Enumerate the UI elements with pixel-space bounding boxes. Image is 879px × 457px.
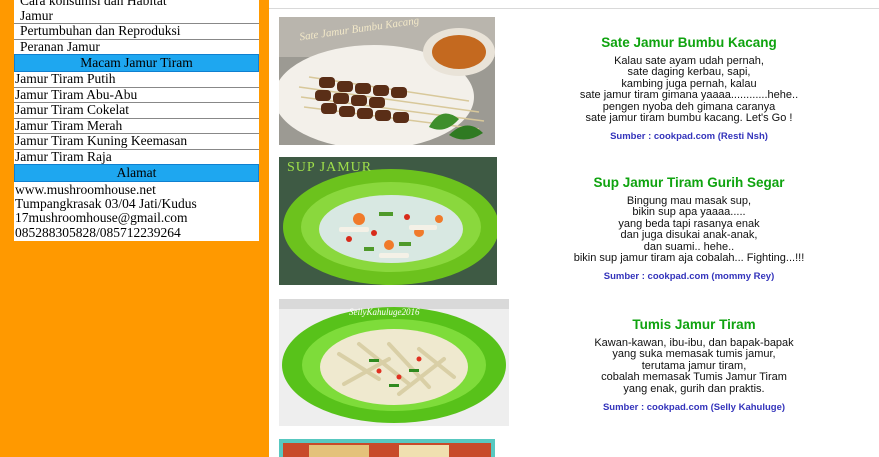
recipe-source-sup[interactable]: Sumber : cookpad.com (mommy Rey): [509, 271, 869, 282]
sidebar-item-tiram-putih[interactable]: Jamur Tiram Putih: [14, 71, 259, 88]
address-email[interactable]: 17mushroomhouse@gmail.com: [14, 210, 259, 225]
address-phone: 085288305828/085712239264: [15, 224, 181, 240]
description-line: sate jamur tiram gimana yaaaa...........…: [579, 89, 799, 102]
sidebar-item-tiram-cokelat[interactable]: Jamur Tiram Cokelat: [14, 102, 259, 119]
recipe-card-tumis: Tumis Jamur Tiram Kawan-kawan, ibu-ibu, …: [519, 317, 869, 413]
description-line: dan juga disukai anak-anak,: [620, 229, 758, 242]
description-line: sate jamur tiram bumbu kacang. Let's Go …: [585, 112, 793, 125]
sidebar-item-tiram-abu-abu[interactable]: Jamur Tiram Abu-Abu: [14, 87, 259, 103]
sidebar-menu: Cara konsumsi dan Habitat Jamur Pertumbu…: [14, 0, 259, 241]
sup-photo-icon: [279, 157, 497, 285]
sidebar-item-jamur[interactable]: Jamur: [14, 8, 259, 24]
recipe-card-sate: Sate Jamur Bumbu Kacang Kalau sate ayam …: [509, 35, 869, 142]
main-content: Sate Jamur Bumbu Kacang Sate Jamur Bumbu…: [269, 9, 879, 457]
recipe-image-sate[interactable]: Sate Jamur Bumbu Kacang: [279, 17, 495, 145]
recipe-source-sate[interactable]: Sumber : cookpad.com (Resti Nsh): [509, 131, 869, 142]
recipe-title-tumis[interactable]: Tumis Jamur Tiram: [519, 317, 869, 332]
sidebar-item-peranan[interactable]: Peranan Jamur: [14, 39, 259, 55]
next-photo-icon: [279, 439, 495, 457]
address-website[interactable]: www.mushroomhouse.net: [14, 182, 259, 197]
tumis-image-caption: SellyKahuluge2016: [349, 307, 420, 317]
recipe-image-sup[interactable]: SUP JAMUR: [279, 157, 497, 285]
recipe-title-sup[interactable]: Sup Jamur Tiram Gurih Segar: [509, 175, 869, 190]
sidebar-item-tiram-raja[interactable]: Jamur Tiram Raja: [14, 149, 259, 165]
sup-image-caption: SUP JAMUR: [287, 160, 373, 175]
address-street: Tumpangkrasak 03/04 Jati/Kudus: [15, 196, 197, 212]
recipe-description-tumis: Kawan-kawan, ibu-ibu, dan bapak-bapak ya…: [519, 337, 869, 395]
description-line: yang enak, gurih dan praktis.: [623, 382, 765, 395]
tumis-photo-icon: [279, 299, 509, 426]
description-line: cobalah memasak Tumis Jamur Tiram: [601, 371, 787, 384]
recipe-source-tumis[interactable]: Sumber : cookpad.com (Selly Kahuluge): [519, 402, 869, 413]
recipe-description-sup: Bingung mau masak sup, bikin sup apa yaa…: [509, 195, 869, 265]
sidebar-item-tiram-kuning[interactable]: Jamur Tiram Kuning Keemasan: [14, 133, 259, 150]
recipe-title-sate[interactable]: Sate Jamur Bumbu Kacang: [509, 35, 869, 50]
recipe-card-sup: Sup Jamur Tiram Gurih Segar Bingung mau …: [509, 175, 869, 282]
section-heading-alamat: Alamat: [14, 164, 259, 182]
sidebar-item-pertumbuhan[interactable]: Pertumbuhan dan Reproduksi: [14, 23, 259, 40]
sidebar-item-tiram-merah[interactable]: Jamur Tiram Merah: [14, 118, 259, 134]
section-heading-macam-jamur: Macam Jamur Tiram: [14, 54, 259, 72]
recipe-image-tumis[interactable]: SellyKahuluge2016: [279, 299, 509, 426]
recipe-image-next[interactable]: [279, 439, 495, 457]
description-line: bikin sup jamur tiram aja cobalah... Fig…: [573, 252, 805, 265]
recipe-description-sate: Kalau sate ayam udah pernah, sate daging…: [509, 55, 869, 125]
